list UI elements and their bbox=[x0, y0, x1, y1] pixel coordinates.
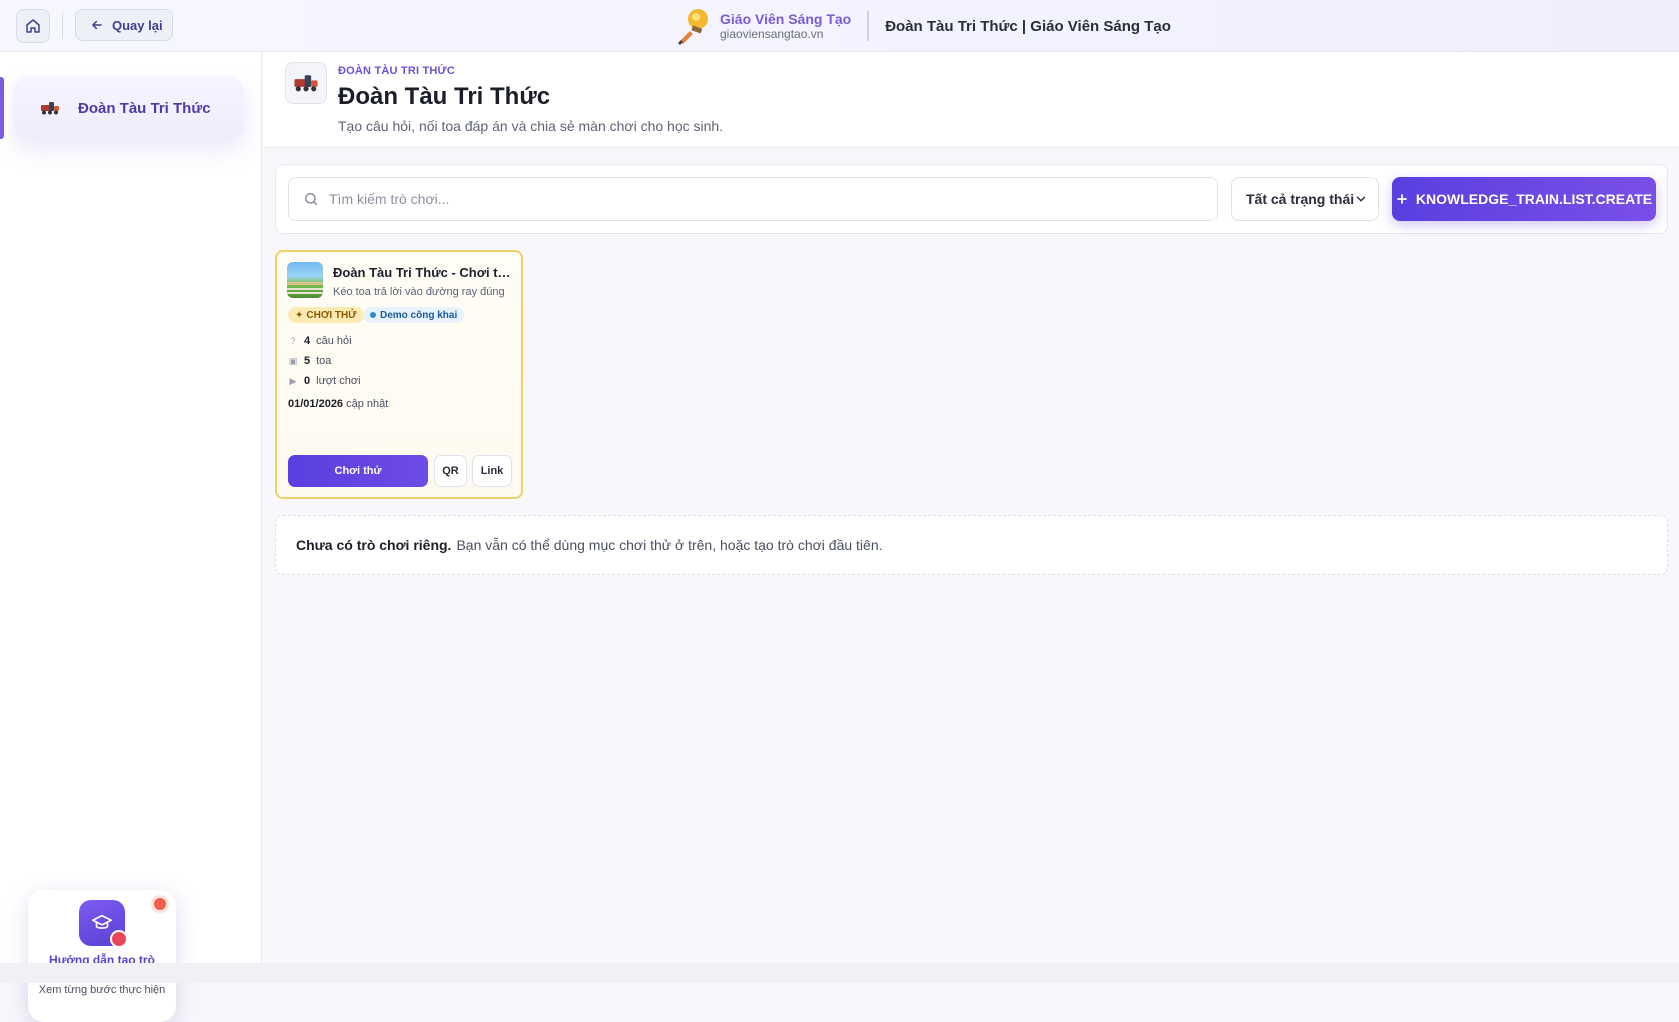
game-thumbnail bbox=[287, 262, 323, 298]
search-box[interactable] bbox=[288, 177, 1218, 221]
search-input[interactable] bbox=[329, 191, 1189, 207]
search-icon bbox=[304, 192, 318, 206]
brand-divider bbox=[867, 11, 870, 41]
questions-label: câu hỏi bbox=[316, 335, 352, 347]
questions-count: 4 bbox=[304, 335, 311, 347]
top-bar: Quay lại Giáo Viên Sáng Tạo giaoviensang… bbox=[0, 0, 1679, 52]
demo-badge-label: Demo công khai bbox=[380, 309, 458, 321]
guide-subtitle: Xem từng bước thực hiện bbox=[38, 984, 166, 996]
active-indicator bbox=[0, 77, 4, 139]
plays-count: 0 bbox=[304, 375, 311, 387]
brand-name: Giáo Viên Sáng Tạo bbox=[720, 11, 852, 27]
create-button-label: KNOWLEDGE_TRAIN.LIST.CREATE bbox=[1415, 191, 1653, 207]
sidebar: Đoàn Tàu Tri Thức Hướng dẫn tạo trò chơi… bbox=[0, 52, 262, 1022]
status-filter-value: Tất cả trạng thái bbox=[1246, 191, 1355, 207]
arrow-left-icon bbox=[92, 20, 102, 30]
sidebar-item-label: Đoàn Tàu Tri Thức bbox=[78, 99, 211, 117]
plus-icon bbox=[1397, 194, 1407, 204]
page-eyebrow: ĐOÀN TÀU TRI THỨC bbox=[338, 65, 456, 77]
lightbulb-icon bbox=[678, 9, 708, 45]
cars-count: 5 bbox=[304, 355, 311, 367]
status-filter-select[interactable]: Tất cả trạng thái bbox=[1231, 177, 1379, 221]
game-title: Đoàn Tàu Tri Thức - Chơi thử bbox=[333, 265, 513, 280]
game-description: Kéo toa trả lời vào đường ray đúng bbox=[333, 286, 505, 298]
cars-label: toa bbox=[316, 355, 332, 367]
play-icon bbox=[110, 930, 128, 948]
empty-state: Chưa có trò chơi riêng. Bạn vẫn có thể d… bbox=[275, 515, 1668, 575]
qr-button[interactable]: QR bbox=[434, 455, 467, 487]
plays-stat: ▶ 0 lượt chơi bbox=[288, 375, 361, 387]
plays-label: lượt chơi bbox=[316, 375, 361, 387]
empty-state-title: Chưa có trò chơi riêng. bbox=[296, 537, 452, 553]
sidebar-item-knowledge-train[interactable]: Đoàn Tàu Tri Thức bbox=[14, 77, 244, 139]
header-divider bbox=[62, 13, 63, 39]
home-button[interactable] bbox=[16, 9, 50, 43]
play-button[interactable]: Chơi thử bbox=[288, 455, 428, 487]
try-badge-label: CHƠI THỬ bbox=[306, 309, 357, 321]
empty-state-text: Bạn vẫn có thể dùng mục chơi thử ở trên,… bbox=[456, 537, 883, 553]
guide-widget[interactable]: Hướng dẫn tạo trò chơi Xem từng bước thự… bbox=[28, 890, 176, 1022]
updated-info: 01/01/2026 cập nhật bbox=[288, 398, 388, 410]
car-icon: ▣ bbox=[288, 355, 298, 366]
status-dot bbox=[370, 312, 376, 318]
game-card[interactable]: Đoàn Tàu Tri Thức - Chơi thử Kéo toa trả… bbox=[275, 250, 523, 499]
demo-badge: Demo công khai bbox=[363, 307, 465, 323]
question-icon: ? bbox=[290, 336, 296, 346]
header-title: Đoàn Tàu Tri Thức | Giáo Viên Sáng Tạo bbox=[885, 17, 1171, 35]
page-subtitle: Tạo câu hỏi, nối toa đáp án và chia sẻ m… bbox=[338, 118, 724, 134]
link-button[interactable]: Link bbox=[472, 455, 512, 487]
create-game-button[interactable]: KNOWLEDGE_TRAIN.LIST.CREATE bbox=[1392, 177, 1656, 221]
sparkle-icon: ✦ bbox=[295, 309, 304, 321]
page-header: ĐOÀN TÀU TRI THỨC Đoàn Tàu Tri Thức Tạo … bbox=[263, 52, 1679, 148]
train-icon bbox=[285, 62, 327, 104]
page-title: Đoàn Tàu Tri Thức bbox=[338, 83, 551, 110]
try-badge: ✦ CHƠI THỬ bbox=[288, 307, 364, 323]
brand-url: giaoviensangtao.vn bbox=[720, 27, 824, 41]
notification-dot bbox=[154, 898, 166, 910]
bottom-strip bbox=[0, 963, 1679, 983]
home-icon bbox=[26, 19, 40, 33]
main-content: ĐOÀN TÀU TRI THỨC Đoàn Tàu Tri Thức Tạo … bbox=[263, 52, 1679, 963]
back-button[interactable]: Quay lại bbox=[75, 9, 173, 41]
updated-date: 01/01/2026 bbox=[288, 398, 344, 410]
chevron-down-icon bbox=[1356, 196, 1366, 202]
questions-stat: ? 4 câu hỏi bbox=[288, 335, 352, 347]
back-button-label: Quay lại bbox=[112, 17, 163, 33]
play-icon: ▶ bbox=[289, 375, 297, 386]
train-icon bbox=[41, 102, 59, 115]
brand[interactable]: Giáo Viên Sáng Tạo giaoviensangtao.vn Đo… bbox=[676, 8, 1171, 45]
cars-stat: ▣ 5 toa bbox=[288, 355, 332, 367]
toolbar: Tất cả trạng thái KNOWLEDGE_TRAIN.LIST.C… bbox=[275, 164, 1668, 234]
updated-label: cập nhật bbox=[346, 398, 389, 410]
